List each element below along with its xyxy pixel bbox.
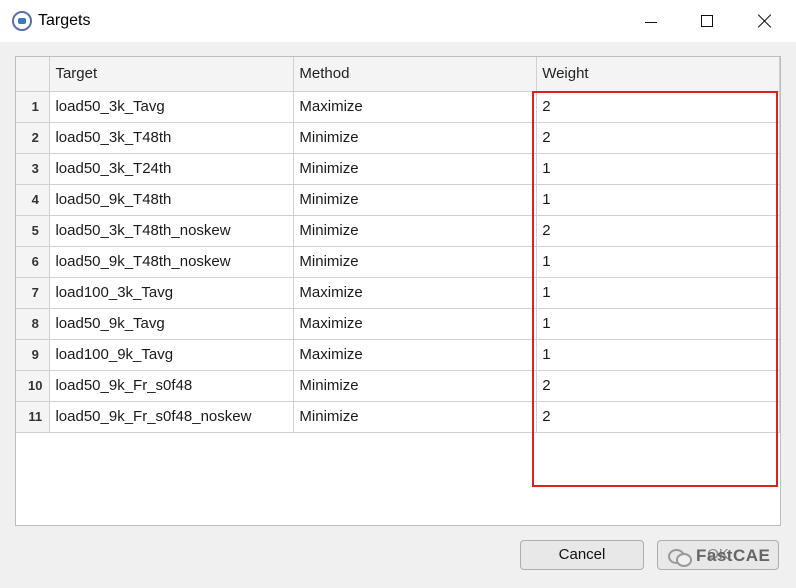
cancel-button[interactable]: Cancel <box>520 540 644 570</box>
table-corner[interactable] <box>16 57 51 92</box>
target-cell[interactable]: load50_3k_T48th_noskew <box>49 215 295 247</box>
row-number-cell[interactable]: 11 <box>16 401 51 433</box>
title-bar: Targets <box>0 0 796 42</box>
row-number-cell[interactable]: 10 <box>16 370 51 402</box>
method-cell[interactable]: Maximize <box>293 308 538 340</box>
method-cell[interactable]: Minimize <box>293 215 538 247</box>
table-row[interactable]: 4 load50_9k_T48th Minimize 1 <box>16 184 780 216</box>
maximize-icon <box>701 15 713 27</box>
row-number-cell[interactable]: 5 <box>16 215 51 247</box>
target-cell[interactable]: load50_9k_Fr_s0f48_noskew <box>49 401 295 433</box>
method-cell[interactable]: Minimize <box>293 401 538 433</box>
weight-cell[interactable]: 2 <box>536 401 780 433</box>
method-cell[interactable]: Minimize <box>293 153 538 185</box>
target-cell[interactable]: load50_3k_T48th <box>49 122 295 154</box>
dialog-body: Target Method Weight 1 load50_3k_Tavg Maxi… <box>0 42 796 588</box>
method-cell[interactable]: Minimize <box>293 370 538 402</box>
table-row[interactable]: 6 load50_9k_T48th_noskew Minimize 1 <box>16 246 780 278</box>
table-row[interactable]: 1 load50_3k_Tavg Maximize 2 <box>16 91 780 123</box>
table-row[interactable]: 7 load100_3k_Tavg Maximize 1 <box>16 277 780 309</box>
maximize-button[interactable] <box>684 6 730 36</box>
column-header-weight[interactable]: Weight <box>536 57 780 92</box>
table-row[interactable]: 11 load50_9k_Fr_s0f48_noskew Minimize 2 <box>16 401 780 433</box>
table-row[interactable]: 9 load100_9k_Tavg Maximize 1 <box>16 339 780 371</box>
target-cell[interactable]: load50_9k_Fr_s0f48 <box>49 370 295 402</box>
row-number-cell[interactable]: 6 <box>16 246 51 278</box>
table-header-row: Target Method Weight <box>16 57 780 92</box>
row-number-cell[interactable]: 4 <box>16 184 51 216</box>
table-body: 1 load50_3k_Tavg Maximize 2 2 load50_3k_T48th… <box>16 91 780 433</box>
table-row[interactable]: 3 load50_3k_T24th Minimize 1 <box>16 153 780 185</box>
minimize-button[interactable] <box>628 6 674 36</box>
row-number-cell[interactable]: 8 <box>16 308 51 340</box>
method-cell[interactable]: Minimize <box>293 184 538 216</box>
minimize-icon <box>645 21 657 23</box>
method-cell[interactable]: Minimize <box>293 246 538 278</box>
target-cell[interactable]: load100_3k_Tavg <box>49 277 295 309</box>
app-icon <box>12 11 32 31</box>
weight-cell[interactable]: 1 <box>536 277 780 309</box>
weight-cell[interactable]: 2 <box>536 122 780 154</box>
column-header-target[interactable]: Target <box>49 57 295 92</box>
target-cell[interactable]: load50_3k_Tavg <box>49 91 295 123</box>
ok-button[interactable]: OK <box>657 540 779 570</box>
method-cell[interactable]: Maximize <box>293 277 538 309</box>
target-cell[interactable]: load50_3k_T24th <box>49 153 295 185</box>
weight-cell[interactable]: 2 <box>536 215 780 247</box>
row-number-cell[interactable]: 9 <box>16 339 51 371</box>
target-cell[interactable]: load50_9k_T48th_noskew <box>49 246 295 278</box>
close-button[interactable] <box>742 6 788 36</box>
table-row[interactable]: 5 load50_3k_T48th_noskew Minimize 2 <box>16 215 780 247</box>
close-icon <box>757 13 773 29</box>
targets-table: Target Method Weight 1 load50_3k_Tavg Maxi… <box>16 57 780 433</box>
weight-cell[interactable]: 1 <box>536 153 780 185</box>
weight-cell[interactable]: 1 <box>536 246 780 278</box>
target-cell[interactable]: load50_9k_T48th <box>49 184 295 216</box>
method-cell[interactable]: Maximize <box>293 91 538 123</box>
weight-cell[interactable]: 1 <box>536 308 780 340</box>
table-row[interactable]: 8 load50_9k_Tavg Maximize 1 <box>16 308 780 340</box>
weight-cell[interactable]: 1 <box>536 339 780 371</box>
weight-cell[interactable]: 2 <box>536 91 780 123</box>
method-cell[interactable]: Maximize <box>293 339 538 371</box>
weight-cell[interactable]: 1 <box>536 184 780 216</box>
row-number-cell[interactable]: 3 <box>16 153 51 185</box>
row-number-cell[interactable]: 7 <box>16 277 51 309</box>
row-number-cell[interactable]: 2 <box>16 122 51 154</box>
target-cell[interactable]: load100_9k_Tavg <box>49 339 295 371</box>
table-row[interactable]: 10 load50_9k_Fr_s0f48 Minimize 2 <box>16 370 780 402</box>
targets-table-frame: Target Method Weight 1 load50_3k_Tavg Maxi… <box>15 56 781 526</box>
method-cell[interactable]: Minimize <box>293 122 538 154</box>
row-number-cell[interactable]: 1 <box>16 91 51 123</box>
table-row[interactable]: 2 load50_3k_T48th Minimize 2 <box>16 122 780 154</box>
column-header-method[interactable]: Method <box>293 57 538 92</box>
target-cell[interactable]: load50_9k_Tavg <box>49 308 295 340</box>
window-title: Targets <box>38 12 91 29</box>
weight-cell[interactable]: 2 <box>536 370 780 402</box>
